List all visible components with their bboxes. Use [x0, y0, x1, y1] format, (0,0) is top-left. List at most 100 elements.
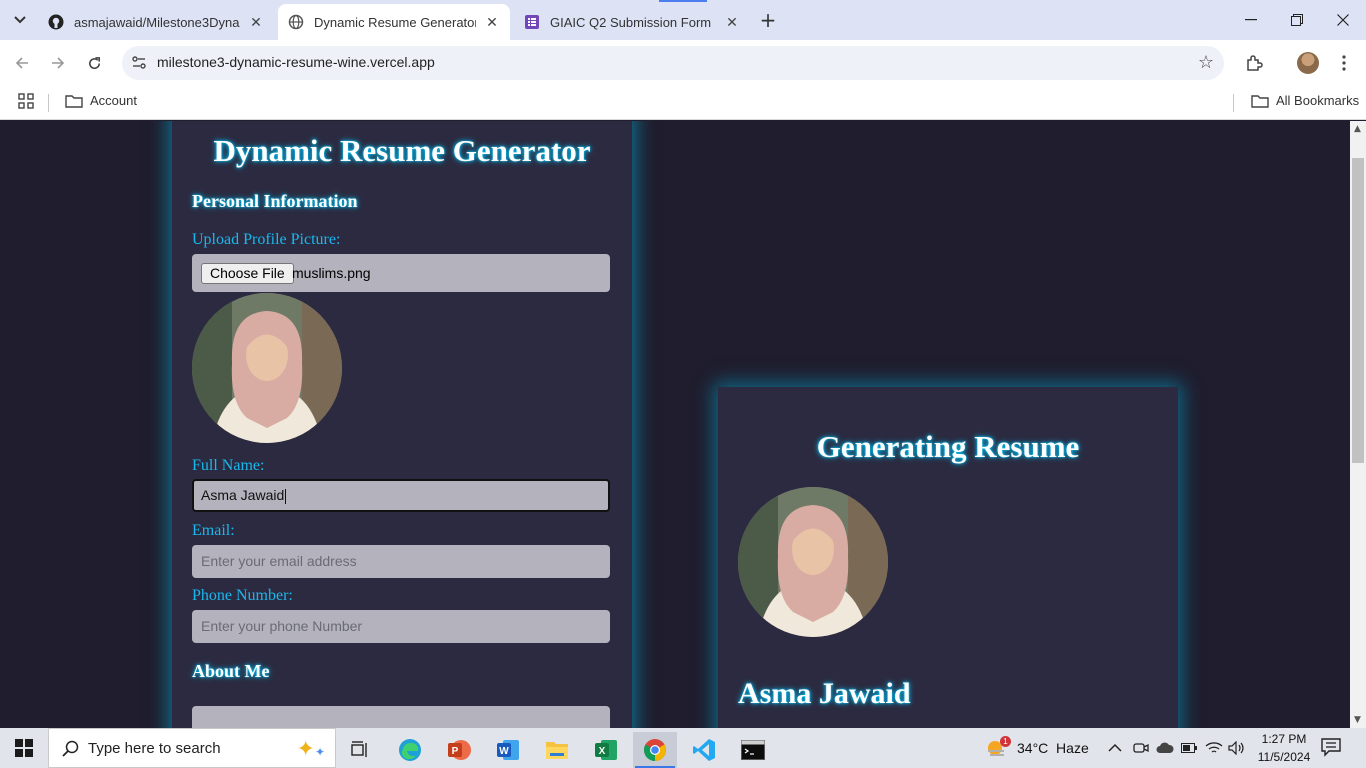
- site-settings-icon[interactable]: [130, 54, 148, 72]
- back-button[interactable]: [8, 49, 36, 77]
- close-tab-icon[interactable]: ✕: [248, 14, 264, 31]
- profile-picture-input[interactable]: Choose File muslims.png: [192, 254, 610, 292]
- url-text: milestone3-dynamic-resume-wine.vercel.ap…: [157, 54, 435, 70]
- bookmarks-bar: Account All Bookmarks: [0, 86, 1366, 120]
- new-tab-button[interactable]: +: [756, 8, 780, 32]
- onedrive-icon[interactable]: [1156, 728, 1174, 768]
- svg-text:X: X: [599, 746, 606, 757]
- battery-icon[interactable]: [1181, 728, 1197, 768]
- scrollbar-thumb[interactable]: [1352, 158, 1364, 463]
- powerpoint-icon[interactable]: P: [437, 732, 481, 768]
- phone-input[interactable]: Enter your phone Number: [192, 610, 610, 643]
- selected-file-name: muslims.png: [292, 265, 371, 281]
- close-tab-icon[interactable]: ✕: [484, 14, 500, 31]
- page-scrollbar[interactable]: ▲ ▼: [1350, 121, 1366, 728]
- word-icon[interactable]: W: [486, 732, 530, 768]
- taskbar-search-box[interactable]: Type here to search ✦✦: [48, 728, 336, 768]
- terminal-icon[interactable]: [731, 732, 775, 768]
- tab-giaic-form[interactable]: GIAIC Q2 Submission Form ✕: [514, 4, 750, 40]
- search-highlight-icon: ✦✦: [296, 736, 326, 761]
- page-viewport: Dynamic Resume Generator Personal Inform…: [0, 121, 1350, 728]
- resume-form-panel: Dynamic Resume Generator Personal Inform…: [172, 121, 632, 728]
- about-me-textarea[interactable]: [192, 706, 610, 728]
- chevron-up-icon: [1108, 743, 1122, 752]
- excel-icon[interactable]: X: [584, 732, 628, 768]
- about-me-heading: About Me: [192, 661, 270, 681]
- tab-search-button[interactable]: [8, 8, 32, 32]
- profile-avatar[interactable]: [1297, 52, 1319, 74]
- scroll-up-arrow-icon[interactable]: ▲: [1354, 124, 1361, 134]
- windows-start-button[interactable]: [0, 728, 48, 768]
- weather-icon: 1: [985, 736, 1011, 759]
- full-name-input[interactable]: Asma Jawaid: [192, 479, 610, 512]
- resume-preview-panel: Generating Resume Asma Jawaid: [718, 387, 1178, 728]
- page-title: Dynamic Resume Generator: [213, 133, 591, 168]
- globe-icon: [288, 14, 304, 30]
- address-bar[interactable]: milestone3-dynamic-resume-wine.vercel.ap…: [122, 46, 1224, 80]
- preview-profile-picture: [738, 487, 888, 637]
- close-tab-icon[interactable]: ✕: [724, 14, 740, 31]
- bookmarks-separator: [48, 94, 49, 112]
- email-label: Email:: [192, 522, 235, 539]
- tab-title: Dynamic Resume Generator: [314, 14, 476, 30]
- search-icon: [62, 740, 79, 757]
- svg-text:W: W: [499, 746, 509, 757]
- weather-badge: 1: [1000, 736, 1011, 747]
- windows-taskbar: Type here to search ✦✦ P W X 1 34°C Haze: [0, 728, 1366, 768]
- task-view-icon[interactable]: [338, 732, 382, 768]
- full-name-label: Full Name:: [192, 457, 265, 474]
- bookmark-label: Account: [90, 93, 137, 108]
- extensions-icon[interactable]: [1240, 49, 1268, 77]
- show-hidden-icons[interactable]: [1108, 728, 1122, 768]
- search-placeholder: Type here to search: [88, 739, 221, 757]
- svg-text:P: P: [452, 746, 459, 757]
- tab-title: asmajawaid/Milestone3Dynamic: [74, 14, 240, 30]
- tab-title: GIAIC Q2 Submission Form: [550, 14, 712, 30]
- preview-title: Generating Resume: [816, 429, 1080, 464]
- all-bookmarks[interactable]: All Bookmarks: [1251, 93, 1359, 108]
- bookmarks-separator: [1233, 94, 1234, 112]
- volume-icon[interactable]: [1228, 728, 1246, 768]
- minimize-button[interactable]: [1228, 0, 1274, 40]
- apps-grid-icon[interactable]: [18, 93, 34, 109]
- close-window-button[interactable]: [1320, 0, 1366, 40]
- restore-button[interactable]: [1274, 0, 1320, 40]
- email-input[interactable]: Enter your email address: [192, 545, 610, 578]
- weather-text: 34°C Haze: [1017, 740, 1089, 756]
- clock-time: 1:27 PM: [1261, 732, 1307, 746]
- full-name-value: Asma Jawaid: [201, 487, 285, 503]
- folder-icon: [1251, 94, 1269, 108]
- forward-button[interactable]: [44, 49, 72, 77]
- phone-label: Phone Number:: [192, 587, 293, 604]
- notification-center-icon[interactable]: [1320, 737, 1344, 759]
- wifi-icon[interactable]: [1205, 728, 1223, 768]
- bookmark-star-icon[interactable]: ☆: [1198, 52, 1214, 73]
- folder-icon: [65, 94, 83, 108]
- clock-date: 11/5/2024: [1257, 750, 1311, 764]
- upload-picture-label: Upload Profile Picture:: [192, 231, 341, 248]
- github-icon: [48, 14, 64, 30]
- chrome-icon[interactable]: [633, 732, 677, 768]
- personal-info-heading: Personal Information: [192, 191, 358, 211]
- preview-full-name: Asma Jawaid: [738, 677, 911, 710]
- text-caret: [285, 488, 287, 504]
- bookmark-account[interactable]: Account: [65, 93, 137, 108]
- taskbar-clock[interactable]: 1:27 PM 11/5/2024: [1254, 730, 1314, 766]
- tab-github[interactable]: asmajawaid/Milestone3Dynamic ✕: [38, 4, 274, 40]
- bookmark-label: All Bookmarks: [1276, 93, 1360, 108]
- profile-picture-preview: [192, 293, 342, 443]
- scroll-down-arrow-icon[interactable]: ▼: [1354, 715, 1361, 725]
- meet-now-icon[interactable]: [1133, 728, 1149, 768]
- tab-loading-indicator: [659, 0, 707, 2]
- windows-logo-icon: [15, 739, 33, 757]
- edge-browser-icon[interactable]: [388, 732, 432, 768]
- weather-widget[interactable]: 1 34°C Haze: [985, 728, 1089, 768]
- reload-button[interactable]: [80, 49, 108, 77]
- tab-dynamic-resume[interactable]: Dynamic Resume Generator ✕: [278, 4, 510, 40]
- forms-icon: [524, 14, 540, 30]
- browser-menu-icon[interactable]: [1330, 49, 1358, 77]
- choose-file-button[interactable]: Choose File: [201, 263, 294, 284]
- tab-strip: asmajawaid/Milestone3Dynamic ✕ Dynamic R…: [0, 0, 1366, 40]
- file-explorer-icon[interactable]: [535, 732, 579, 768]
- vscode-icon[interactable]: [682, 732, 726, 768]
